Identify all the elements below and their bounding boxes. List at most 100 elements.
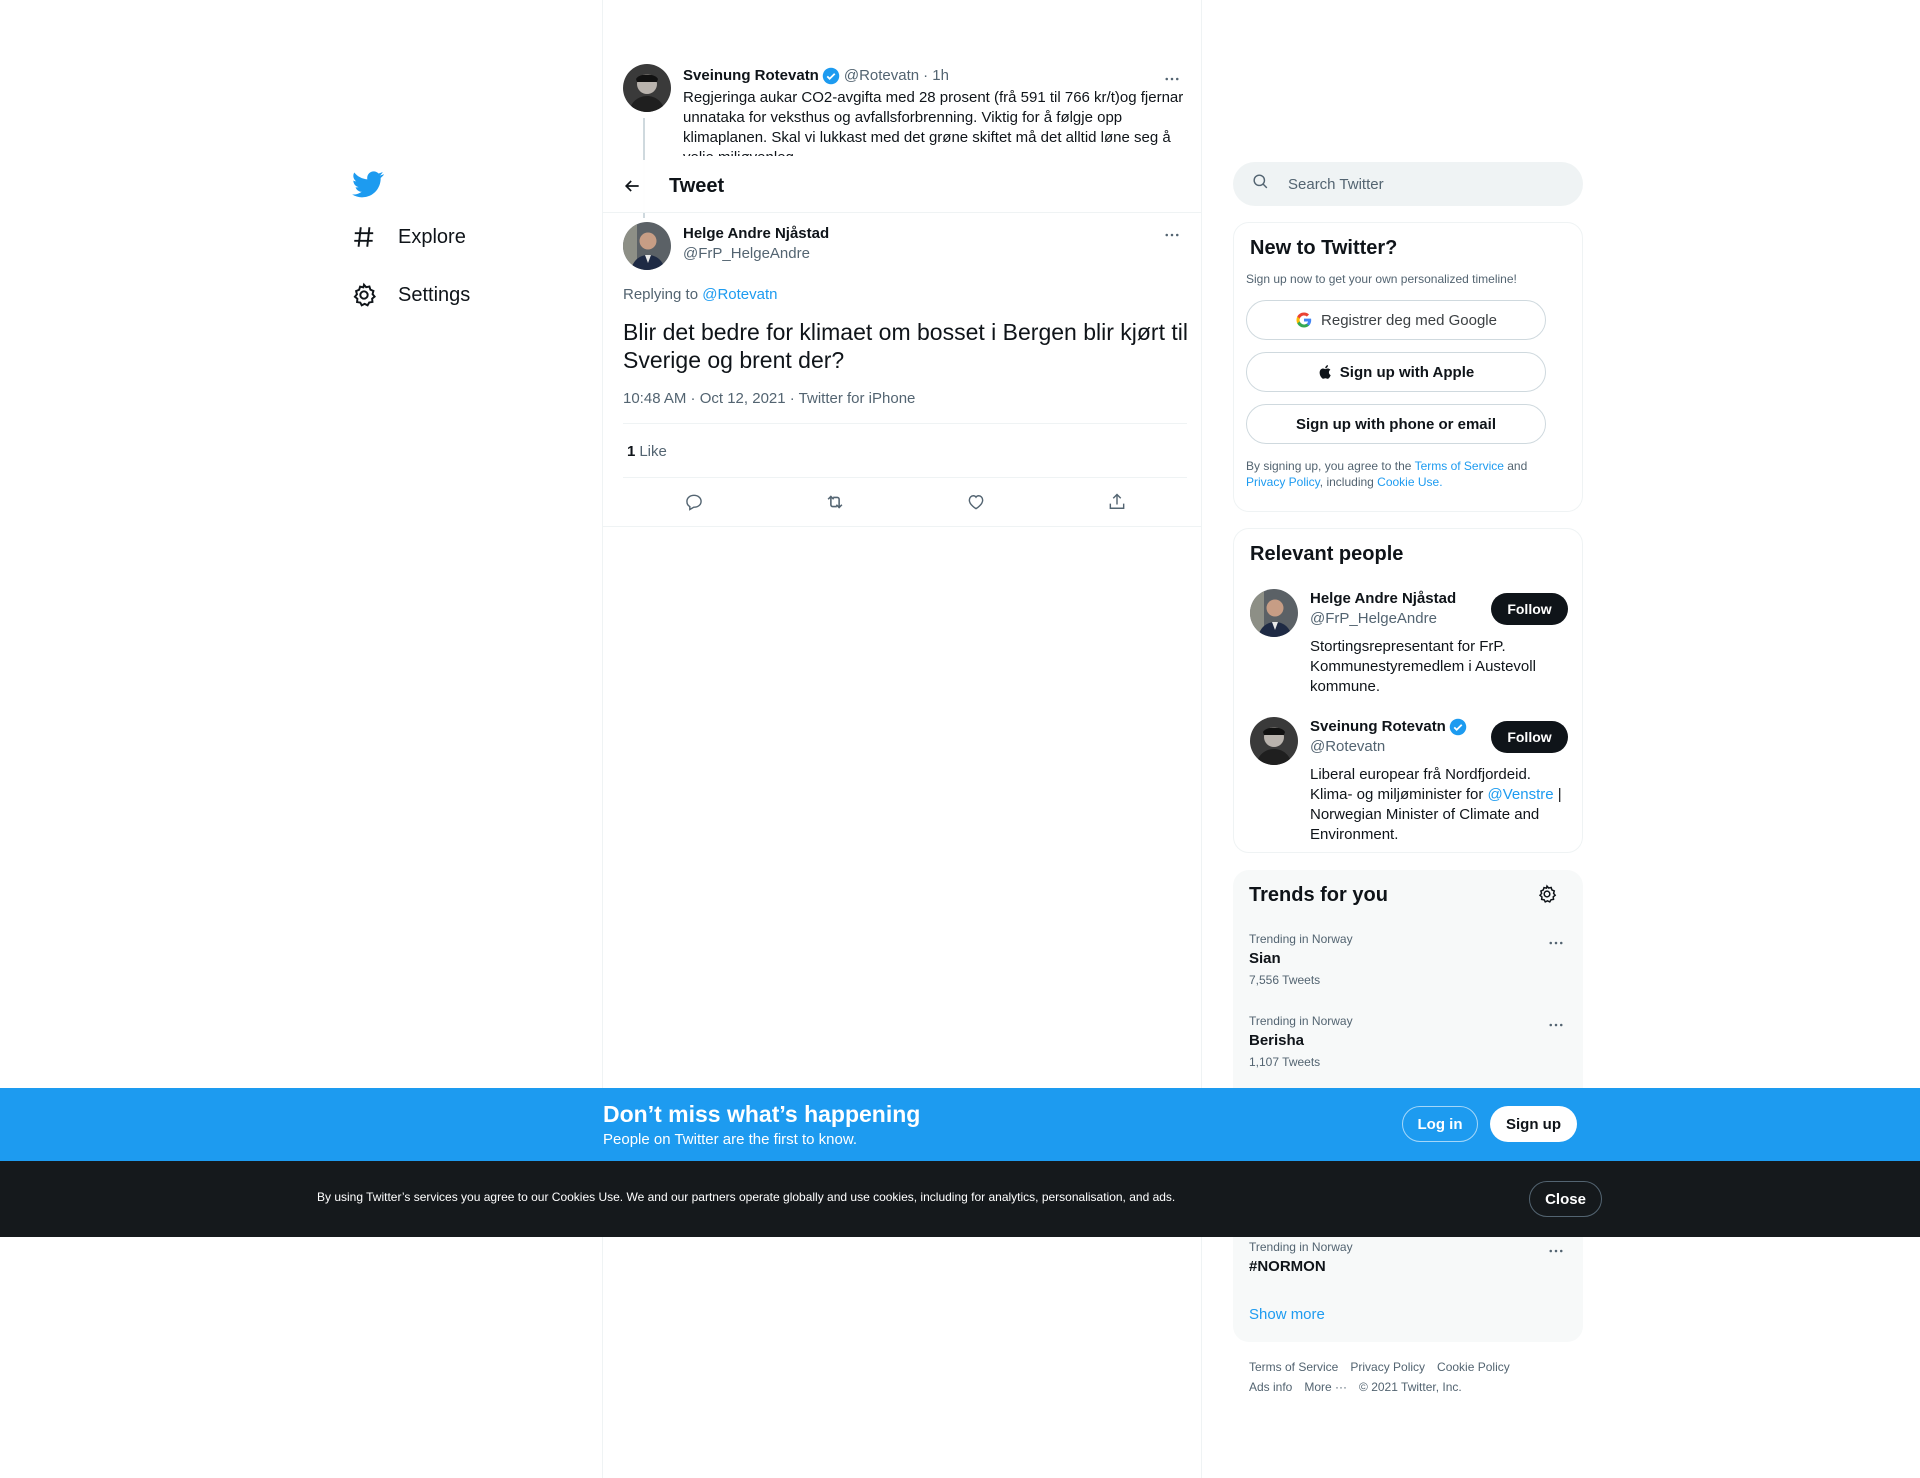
page-title: Tweet: [669, 174, 725, 197]
avatar[interactable]: [1250, 717, 1298, 765]
left-nav: Explore Settings: [340, 160, 590, 324]
trend-item[interactable]: Trending in Norway Berisha 1,107 Tweets: [1249, 1014, 1567, 1069]
nav-explore-label: Explore: [398, 225, 466, 248]
divider: [603, 526, 1201, 527]
gear-icon[interactable]: [1537, 884, 1559, 906]
signup-legal: By signing up, you agree to the Terms of…: [1246, 458, 1570, 490]
bio-mention-link[interactable]: @Venstre: [1488, 786, 1554, 803]
person-info: Helge Andre Njåstad @FrP_HelgeAndre: [1310, 589, 1490, 629]
apple-icon: [1318, 363, 1334, 381]
nav-settings-label: Settings: [398, 283, 471, 306]
sidebar-footer: Terms of Service Privacy Policy Cookie P…: [1249, 1357, 1569, 1397]
banner-heading: Don’t miss what’s happening: [603, 1101, 921, 1127]
trend-topic: Berisha: [1249, 1032, 1305, 1049]
retweet-icon[interactable]: [818, 485, 852, 519]
parent-tweet-header: Sveinung Rotevatn @Rotevatn · 1h: [683, 66, 1187, 86]
replying-to: Replying to @Rotevatn: [623, 286, 777, 303]
twitter-logo-icon[interactable]: [344, 160, 392, 208]
main-column: Sveinung Rotevatn @Rotevatn · 1h Regjeri…: [602, 0, 1202, 1478]
trend-context: Trending in Norway: [1249, 932, 1353, 946]
tweet-time[interactable]: · 1h: [923, 66, 949, 86]
new-to-twitter-title: New to Twitter?: [1250, 237, 1398, 259]
parent-tweet-text: Regjeringa aukar CO2-avgifta med 28 pros…: [683, 89, 1184, 156]
trend-item[interactable]: Trending in Norway #NORMON: [1249, 1240, 1567, 1275]
cookie-use-link[interactable]: Cookie Use.: [1377, 475, 1442, 489]
terms-link[interactable]: Terms of Service: [1415, 459, 1504, 473]
nav-explore[interactable]: Explore: [340, 208, 590, 266]
hash-icon: [350, 223, 378, 251]
more-options-icon[interactable]: [1545, 932, 1567, 954]
more-options-icon[interactable]: [1161, 68, 1183, 90]
relevant-people-card: Relevant people Helge Andre Njåstad @FrP…: [1233, 528, 1583, 853]
footer-privacy-link[interactable]: Privacy Policy: [1350, 1357, 1425, 1377]
trend-topic: #NORMON: [1249, 1258, 1326, 1275]
phone-email-signup-label: Sign up with phone or email: [1295, 415, 1496, 433]
verified-badge-icon: [822, 67, 840, 85]
follow-button[interactable]: Follow: [1491, 721, 1568, 753]
more-options-icon[interactable]: [1161, 224, 1183, 246]
login-button[interactable]: Log in: [1402, 1106, 1478, 1142]
apple-signup-label: Sign up with Apple: [1339, 363, 1475, 381]
person-name[interactable]: Helge Andre Njåstad: [1310, 589, 1490, 609]
person-name-row[interactable]: Sveinung Rotevatn: [1310, 717, 1490, 737]
trends-title: Trends for you: [1249, 884, 1388, 906]
tweet-header: Tweet: [603, 160, 1201, 213]
avatar[interactable]: [623, 64, 671, 112]
author-name[interactable]: Sveinung Rotevatn: [683, 66, 819, 86]
tweet-text: Blir det bedre for klimaet om bosset i B…: [623, 319, 1188, 373]
signup-button[interactable]: Sign up: [1490, 1106, 1577, 1142]
new-to-twitter-card: New to Twitter? Sign up now to get your …: [1233, 222, 1583, 512]
trend-count: 7,556 Tweets: [1249, 973, 1321, 987]
follow-button[interactable]: Follow: [1491, 593, 1568, 625]
signup-banner: Don’t miss what’s happening People on Tw…: [0, 1088, 1920, 1161]
person-name[interactable]: Sveinung Rotevatn: [1310, 717, 1446, 737]
legal-prefix: By signing up, you agree to the: [1246, 459, 1415, 473]
more-options-icon[interactable]: [1545, 1240, 1567, 1262]
relevant-people-title: Relevant people: [1250, 543, 1404, 565]
person-handle[interactable]: @Rotevatn: [1310, 737, 1490, 757]
footer-cookie-link[interactable]: Cookie Policy: [1437, 1357, 1510, 1377]
trend-item[interactable]: Trending in Norway Sian 7,556 Tweets: [1249, 932, 1567, 987]
trend-count: 1,107 Tweets: [1249, 1055, 1321, 1069]
tweet-timestamp[interactable]: 10:48 AM · Oct 12, 2021 · Twitter for iP…: [623, 390, 1187, 424]
person-bio: Stortingsrepresentant for FrP. Kommunest…: [1310, 638, 1536, 695]
share-icon[interactable]: [1100, 485, 1134, 519]
more-options-icon[interactable]: [1545, 1014, 1567, 1036]
person-bio: Liberal europear frå Nordfjordeid. Klima…: [1310, 765, 1572, 845]
author-handle[interactable]: @Rotevatn: [844, 66, 919, 86]
phone-email-signup-button[interactable]: Sign up with phone or email: [1246, 404, 1546, 444]
author-name[interactable]: Helge Andre Njåstad: [683, 224, 829, 244]
new-to-twitter-subtitle: Sign up now to get your own personalized…: [1246, 272, 1517, 286]
reply-icon[interactable]: [677, 485, 711, 519]
google-signup-button[interactable]: Registrer deg med Google: [1246, 300, 1546, 340]
likes-row[interactable]: 1 Like: [623, 426, 1187, 478]
back-arrow-icon[interactable]: [615, 169, 649, 203]
author-info[interactable]: Helge Andre Njåstad @FrP_HelgeAndre: [683, 224, 829, 264]
author-handle[interactable]: @FrP_HelgeAndre: [683, 244, 829, 264]
tweet-actions: [623, 478, 1187, 526]
search-box[interactable]: [1233, 162, 1583, 206]
apple-signup-button[interactable]: Sign up with Apple: [1246, 352, 1546, 392]
search-input[interactable]: [1288, 175, 1548, 193]
google-icon: [1295, 311, 1313, 329]
search-icon: [1251, 172, 1270, 196]
close-button[interactable]: Close: [1529, 1181, 1602, 1217]
person-info: Sveinung Rotevatn @Rotevatn: [1310, 717, 1490, 757]
gear-icon: [350, 281, 378, 309]
person-handle[interactable]: @FrP_HelgeAndre: [1310, 609, 1490, 629]
nav-settings[interactable]: Settings: [340, 266, 590, 324]
trend-context: Trending in Norway: [1249, 1240, 1353, 1254]
privacy-link[interactable]: Privacy Policy: [1246, 475, 1320, 489]
like-count: 1: [627, 443, 636, 460]
footer-ads-info-link[interactable]: Ads info: [1249, 1377, 1292, 1397]
footer-terms-link[interactable]: Terms of Service: [1249, 1357, 1338, 1377]
footer-more-link[interactable]: More ···: [1304, 1377, 1347, 1397]
replying-to-link[interactable]: @Rotevatn: [702, 286, 777, 303]
like-icon[interactable]: [959, 485, 993, 519]
show-more-link[interactable]: Show more: [1249, 1306, 1325, 1323]
parent-tweet-body: Sveinung Rotevatn @Rotevatn · 1h Regjeri…: [683, 66, 1187, 156]
parent-tweet[interactable]: Sveinung Rotevatn @Rotevatn · 1h Regjeri…: [619, 58, 1187, 156]
cookie-bar: By using Twitter’s services you agree to…: [0, 1161, 1920, 1237]
avatar[interactable]: [1250, 589, 1298, 637]
avatar[interactable]: [623, 222, 671, 270]
